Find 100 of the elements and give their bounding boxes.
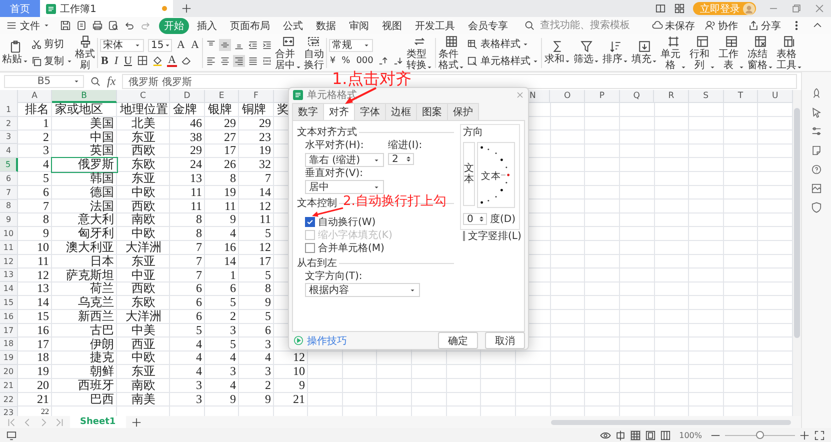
font-size-dropdown[interactable]: 15 (148, 38, 172, 52)
dialog-tab[interactable]: 图案 (416, 103, 448, 120)
degrees-field[interactable]: 0 (463, 213, 487, 225)
row-header[interactable]: 11 (0, 240, 18, 255)
function-label[interactable]: fx (107, 74, 116, 89)
row-header[interactable]: 6 (0, 172, 18, 186)
cancel-button[interactable]: 取消 (485, 332, 525, 349)
row-header[interactable]: 3 (0, 130, 18, 144)
table-cell: 19 (259, 143, 271, 158)
section-title: 从右到左 (297, 258, 337, 269)
row-header[interactable]: 19 (0, 351, 18, 366)
row-header[interactable]: 14 (0, 282, 18, 296)
tips-link[interactable]: 操作技巧 (307, 334, 347, 348)
worksheet-button[interactable]: 工作表 (718, 34, 746, 70)
text-direction-dropdown[interactable]: 根据内容 (305, 283, 420, 297)
row-header[interactable]: 16 (0, 310, 18, 324)
ribbon-tab[interactable]: 视图 (377, 18, 407, 34)
row-header[interactable]: 9 (0, 213, 18, 228)
sort-button[interactable]: 排序 (602, 40, 630, 65)
font-color-button[interactable]: A (166, 54, 177, 66)
ribbon-tab[interactable]: 会员专享 (463, 18, 513, 34)
row-header[interactable]: 1 (0, 103, 18, 117)
merge-center-button[interactable]: 合并居中 (274, 34, 302, 70)
wrap-text-button[interactable]: 自动换行 (304, 34, 324, 70)
table-cell: 3 (196, 378, 202, 392)
row-header[interactable]: 12 (0, 254, 18, 269)
dialog-tab[interactable]: 对齐 (323, 103, 355, 120)
ribbon-tab[interactable]: 插入 (192, 18, 222, 34)
dialog-tab[interactable]: 数字 (292, 103, 324, 120)
row-header[interactable]: 8 (0, 200, 18, 214)
row-header[interactable]: 17 (0, 324, 18, 338)
toolbar-button[interactable]: 未保存 (652, 18, 695, 32)
table-cell: 12 (293, 350, 305, 364)
table-cell: 9 (265, 295, 271, 310)
dialog-tab[interactable]: 字体 (354, 103, 386, 120)
shrink-font-button[interactable]: A (190, 39, 200, 51)
cell-button[interactable]: 单元格 (660, 34, 688, 70)
fill-button[interactable]: 填充 (631, 40, 658, 65)
filter-button[interactable]: 筛选 (573, 40, 600, 65)
rows-columns-button[interactable]: 行和列 (689, 34, 716, 70)
vertical-text-option[interactable]: 文本 (463, 142, 475, 206)
number-format-dropdown[interactable]: 常规 (328, 38, 373, 52)
format-painter-button[interactable]: 格式刷 (75, 34, 95, 70)
row-header[interactable]: 18 (0, 338, 18, 352)
row-header[interactable]: 10 (0, 227, 18, 241)
row-header[interactable]: 2 (0, 116, 18, 131)
table-cell: 3 (230, 322, 236, 337)
table-tools-button[interactable]: 表格工具 (776, 34, 804, 70)
row-header[interactable]: 20 (0, 365, 18, 379)
search-field[interactable]: 查找功能、搜索模板 (524, 19, 642, 32)
dialog-tab[interactable]: 保护 (447, 103, 479, 120)
zoom-dropdown[interactable]: 100% (679, 430, 702, 440)
copy-button[interactable]: 复制 (31, 54, 73, 68)
table-cell: 4 (230, 350, 236, 364)
table-cell: 14 (259, 184, 271, 199)
table-cell: 22 (41, 406, 49, 416)
font-style-button[interactable]: I (113, 54, 120, 66)
ribbon-tab[interactable]: 数据 (311, 18, 341, 34)
ok-button[interactable]: 确定 (438, 332, 478, 349)
toolbar-button[interactable]: 分享 (748, 18, 781, 32)
grow-font-button[interactable]: A (176, 39, 186, 51)
ribbon-tab[interactable]: 页面布局 (225, 18, 275, 34)
cell-style-button[interactable]: 单元格样式 (467, 54, 540, 68)
paste-button[interactable]: 粘贴 (2, 40, 29, 65)
table-style-button[interactable]: 表格样式 (467, 37, 540, 51)
conditional-format-button[interactable]: 条件格式 (438, 34, 466, 70)
font-style-button[interactable]: U (123, 54, 133, 66)
font-style-button[interactable]: B (100, 54, 110, 66)
indent-field[interactable]: 2 (388, 153, 414, 165)
table-cell: 朝鲜 (90, 364, 114, 378)
vertical-align-dropdown[interactable]: 居中 (305, 180, 384, 194)
row-header[interactable]: 21 (0, 378, 18, 393)
cut-button[interactable]: 剪切 (31, 37, 73, 51)
row-header[interactable]: 4 (0, 144, 18, 158)
font-dropdown[interactable]: 宋体 (100, 38, 144, 52)
sum-button[interactable]: 求和 (544, 40, 572, 65)
document-tab[interactable]: 工作簿1 (40, 0, 173, 17)
ribbon-tab[interactable]: 开发工具 (410, 18, 460, 34)
ribbon-tab[interactable]: 审阅 (344, 18, 374, 34)
row-header[interactable]: 7 (0, 186, 18, 200)
row-header[interactable]: 13 (0, 268, 18, 282)
convert-button[interactable]: 类型转换 (406, 34, 434, 70)
file-menu[interactable]: 文件 (6, 18, 50, 32)
dialog-tab[interactable]: 边框 (385, 103, 417, 120)
number-format-button[interactable]: ¥ (328, 54, 337, 66)
number-format-button[interactable]: 000 (355, 54, 374, 66)
name-box[interactable]: B5 (4, 75, 84, 88)
number-format-button[interactable]: % (340, 54, 352, 66)
table-cell: 荷兰 (90, 281, 114, 296)
ribbon-tab[interactable]: 公式 (278, 18, 308, 34)
table-cell: 13 (190, 170, 202, 185)
table-cell: 东欧 (132, 295, 156, 310)
freeze-panes-button[interactable]: 冻结窗格 (747, 34, 774, 70)
table-cell: 3 (265, 364, 271, 378)
table-cell: 18 (37, 350, 49, 364)
table-cell: 美国 (90, 116, 114, 130)
row-header[interactable]: 22 (0, 392, 18, 407)
toolbar-button[interactable]: 协作 (705, 18, 738, 32)
row-header[interactable]: 15 (0, 296, 18, 310)
horizontal-align-dropdown[interactable]: 靠右 (缩进) (305, 153, 384, 167)
